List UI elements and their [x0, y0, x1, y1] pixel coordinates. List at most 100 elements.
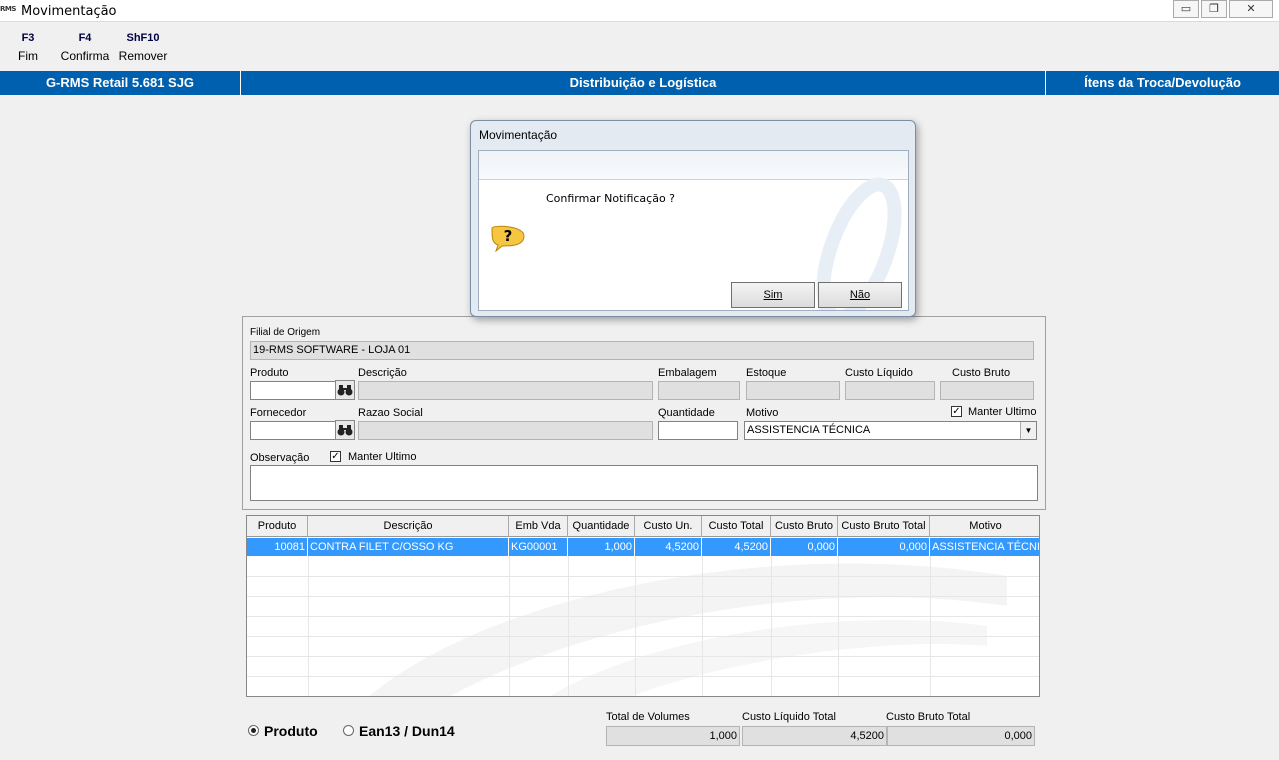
grid-line	[509, 556, 510, 696]
fkey-remover[interactable]: ShF10 Remover	[117, 30, 169, 63]
grid-line	[247, 596, 1039, 597]
cell-custo-un: 4,5200	[635, 538, 702, 556]
razao-social-field	[358, 421, 653, 440]
grid-line	[247, 616, 1039, 617]
custo-liquido-field	[845, 381, 935, 400]
app-icon: RMS	[0, 5, 16, 13]
col-custo-bruto[interactable]: Custo Bruto	[771, 516, 838, 537]
binoculars-icon[interactable]	[335, 380, 355, 400]
grid-line	[838, 556, 839, 696]
embalagem-field	[658, 381, 740, 400]
observacao-label: Observação	[250, 452, 310, 464]
estoque-label: Estoque	[746, 367, 787, 379]
col-descricao[interactable]: Descrição	[308, 516, 509, 537]
motivo-label: Motivo	[746, 407, 779, 419]
custo-bruto-label: Custo Bruto	[952, 367, 1011, 379]
col-custo-bruto-total[interactable]: Custo Bruto Total	[838, 516, 930, 537]
cell-custo-bruto: 0,000	[771, 538, 838, 556]
cell-descricao: CONTRA FILET C/OSSO KG	[308, 538, 509, 556]
motivo-select[interactable]: ASSISTENCIA TÉCNICA ▼	[744, 421, 1037, 440]
descricao-label: Descrição	[358, 367, 407, 379]
grid-line	[247, 636, 1039, 637]
manter-ultimo-obs-checkbox[interactable]: ✓	[330, 451, 341, 462]
header-app-version: G-RMS Retail 5.681 SJG	[0, 71, 241, 95]
dialog-title: Movimentação	[479, 128, 558, 142]
col-custo-total[interactable]: Custo Total	[702, 516, 771, 537]
grid-line	[247, 676, 1039, 677]
nao-button[interactable]: Não	[818, 282, 902, 308]
cell-emb-vda: KG00001	[509, 538, 568, 556]
custo-liquido-label: Custo Líquido	[845, 367, 913, 379]
custo-bruto-field	[940, 381, 1034, 400]
radio-produto-label[interactable]: Produto	[264, 723, 318, 739]
custo-liquido-total-label: Custo Líquido Total	[742, 711, 836, 723]
cell-motivo: ASSISTENCIA TÉCNICA	[932, 541, 1040, 553]
col-emb-vda[interactable]: Emb Vda	[509, 516, 568, 537]
radio-produto[interactable]	[248, 725, 259, 736]
grid-line	[247, 576, 1039, 577]
restore-icon[interactable]: ❐	[1201, 0, 1227, 18]
cell-produto: 10081	[247, 538, 308, 556]
col-quantidade[interactable]: Quantidade	[568, 516, 635, 537]
title-bar: RMS Movimentação ▭ ❐ ✕	[0, 0, 1279, 22]
produto-label: Produto	[250, 367, 289, 379]
sim-button[interactable]: Sim	[731, 282, 815, 308]
fkey-fim[interactable]: F3 Fim	[14, 30, 42, 63]
fkey-label: Remover	[118, 49, 168, 63]
quantidade-input[interactable]	[658, 421, 738, 440]
fkey-code: F3	[21, 32, 35, 44]
grid-header: Produto Descrição Emb Vda Quantidade Cus…	[247, 516, 1039, 537]
chevron-down-icon[interactable]: ▼	[1020, 422, 1036, 439]
embalagem-label: Embalagem	[658, 367, 717, 379]
motivo-value: ASSISTENCIA TÉCNICA	[747, 424, 871, 436]
cell-custo-total: 4,5200	[702, 538, 771, 556]
filial-field: 19-RMS SOFTWARE - LOJA 01	[250, 341, 1034, 360]
cell-custo-bruto-total: 0,000	[838, 538, 930, 556]
fkey-code: ShF10	[126, 32, 160, 44]
header-module: Distribuição e Logística	[241, 71, 1046, 95]
produto-input[interactable]	[250, 381, 336, 400]
items-grid: Produto Descrição Emb Vda Quantidade Cus…	[246, 515, 1040, 697]
razao-social-label: Razao Social	[358, 407, 423, 419]
custo-liquido-total-field: 4,5200	[742, 726, 887, 746]
question-icon: ?	[491, 225, 525, 252]
radio-ean-label[interactable]: Ean13 / Dun14	[359, 723, 455, 739]
fkey-code: F4	[78, 32, 92, 44]
grid-line	[635, 556, 636, 696]
svg-text:?: ?	[504, 227, 513, 245]
window-title: Movimentação	[21, 4, 117, 19]
fkey-label: Confirma	[60, 49, 110, 63]
confirm-dialog: Movimentação Confirmar Notificação ? ? S…	[470, 120, 916, 317]
close-icon[interactable]: ✕	[1229, 0, 1273, 18]
grid-line	[930, 556, 931, 696]
total-volumes-label: Total de Volumes	[606, 711, 690, 723]
fkey-label: Fim	[18, 49, 38, 63]
table-row[interactable]: 10081 CONTRA FILET C/OSSO KG KG00001 1,0…	[247, 538, 1040, 556]
fkey-confirma[interactable]: F4 Confirma	[58, 30, 112, 63]
col-motivo[interactable]: Motivo	[930, 516, 1039, 537]
minimize-icon[interactable]: ▭	[1173, 0, 1199, 18]
manter-ultimo-label: Manter Ultimo	[968, 406, 1037, 418]
grid-line	[771, 556, 772, 696]
radio-ean[interactable]	[343, 725, 354, 736]
module-header: G-RMS Retail 5.681 SJG Distribuição e Lo…	[0, 71, 1279, 95]
manter-ultimo-obs-label: Manter Ultimo	[348, 451, 417, 463]
window-controls: ▭ ❐ ✕	[1171, 0, 1273, 18]
custo-bruto-total-field: 0,000	[887, 726, 1035, 746]
estoque-field	[746, 381, 840, 400]
col-produto[interactable]: Produto	[247, 516, 308, 537]
fornecedor-input[interactable]	[250, 421, 336, 440]
descricao-field	[358, 381, 653, 400]
quantidade-label: Quantidade	[658, 407, 715, 419]
grid-line	[568, 556, 569, 696]
dialog-message: Confirmar Notificação ?	[546, 192, 676, 205]
manter-ultimo-checkbox[interactable]: ✓	[951, 406, 962, 417]
grid-line	[702, 556, 703, 696]
observacao-textarea[interactable]	[250, 465, 1038, 501]
col-custo-un[interactable]: Custo Un.	[635, 516, 702, 537]
fornecedor-label: Fornecedor	[250, 407, 307, 419]
filial-label: Filial de Origem	[250, 327, 321, 338]
binoculars-icon[interactable]	[335, 420, 355, 440]
custo-bruto-total-label: Custo Bruto Total	[886, 711, 971, 723]
header-screen: Ítens da Troca/Devolução	[1084, 75, 1241, 90]
